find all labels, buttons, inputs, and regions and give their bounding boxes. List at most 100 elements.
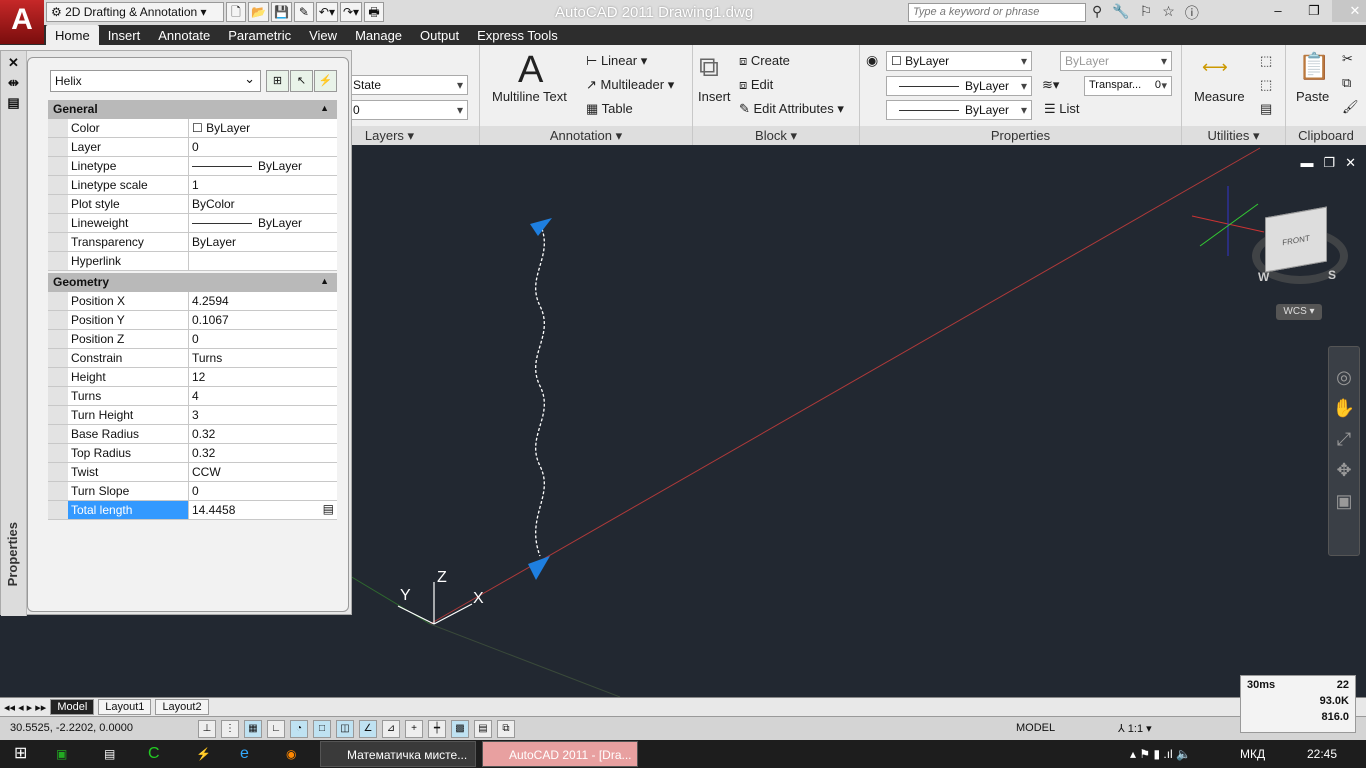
close-viewport-icon[interactable]: ✕ [1345, 155, 1356, 171]
multiline-text-icon[interactable]: A [518, 49, 543, 92]
multileader-button[interactable]: ↗ Multileader ▾ [586, 77, 674, 93]
select-all-icon[interactable]: ⬚ [1260, 77, 1272, 93]
property-value[interactable]: 3 [189, 406, 337, 424]
annotation-panel-title[interactable]: Annotation ▾ [480, 126, 692, 145]
tab-layout2[interactable]: Layout2 [155, 699, 209, 715]
snap-mode-toggle[interactable]: ⋮ [221, 720, 239, 738]
property-value[interactable]: 0 [189, 482, 337, 500]
layer-properties-icon[interactable]: ≋▾ [1042, 77, 1059, 93]
tab-nav-arrows[interactable]: ◂◂ ◂ ▸ ▸▸ [4, 701, 46, 714]
open-icon[interactable]: 📂 [248, 2, 269, 22]
transparency-toggle[interactable]: ▩ [451, 720, 469, 738]
section-general[interactable]: General [48, 100, 337, 119]
measure-button[interactable]: Measure [1194, 89, 1245, 104]
property-value[interactable]: ByLayer [189, 233, 337, 251]
property-value[interactable]: 1 [189, 176, 337, 194]
close-icon[interactable]: ✕ [1332, 0, 1366, 22]
calculator-taskbar-icon[interactable]: ▤ [104, 740, 115, 768]
ccleaner-icon[interactable]: C [148, 740, 160, 768]
property-value[interactable]: 4 [189, 387, 337, 405]
undo-icon[interactable]: ↶▾ [315, 2, 338, 22]
property-row[interactable]: Linetype scale 1 [48, 176, 337, 195]
coordinates-readout[interactable]: 30.5525, -2.2202, 0.0000 [10, 722, 133, 734]
winamp-icon[interactable]: ⚡ [196, 740, 211, 768]
match-properties-icon[interactable]: 🖌 [1342, 99, 1359, 115]
infer-constraints-toggle[interactable]: ⊥ [198, 720, 216, 738]
close-icon[interactable]: ✕ [1, 55, 26, 71]
property-value[interactable] [189, 252, 337, 270]
property-value[interactable]: ☐ ByLayer [189, 119, 337, 137]
section-geometry[interactable]: Geometry [48, 273, 337, 292]
property-row[interactable]: Position Z0 [48, 330, 337, 349]
tab-model[interactable]: Model [50, 699, 95, 715]
property-row[interactable]: Plot style ByColor [48, 195, 337, 214]
save-as-icon[interactable]: ✎ [293, 2, 314, 22]
edit-block-button[interactable]: ⧈ Edit [739, 77, 773, 93]
property-row[interactable]: Linetype ByLayer [48, 157, 337, 176]
workspace-dropdown[interactable]: ⚙ 2D Drafting & Annotation ▾ [46, 2, 224, 22]
dynamic-input-toggle[interactable]: + [405, 720, 423, 738]
property-value[interactable]: 0 [189, 138, 337, 156]
wrench-icon[interactable]: 🔧 [1112, 3, 1129, 23]
calculator-icon[interactable]: ▤ [1260, 101, 1272, 117]
tab-view[interactable]: View [300, 25, 346, 45]
annotation-scale[interactable]: ⅄ 1:1 ▾ [1118, 722, 1152, 735]
property-value[interactable]: 12 [189, 368, 337, 386]
new-icon[interactable]: 🗋 [226, 2, 246, 22]
layer-dropdown[interactable]: 0 [348, 100, 468, 120]
multiline-text-button[interactable]: Multiline Text [492, 89, 567, 104]
linetype-dropdown[interactable]: ByLayer [886, 100, 1032, 120]
measure-icon[interactable]: ⟷ [1202, 57, 1228, 78]
star-icon[interactable]: ☆ [1162, 3, 1175, 23]
property-row[interactable]: Turn Height 3 [48, 406, 337, 425]
insert-block-icon[interactable]: ⧉ [699, 51, 719, 84]
property-value[interactable]: ByLayer [189, 214, 337, 232]
clipboard-panel-title[interactable]: Clipboard [1286, 126, 1366, 145]
lineweight-dropdown[interactable]: ByLayer [886, 76, 1032, 96]
restore-icon[interactable]: ❐ [1296, 0, 1332, 22]
save-icon[interactable]: 💾 [270, 2, 292, 22]
tab-express-tools[interactable]: Express Tools [468, 25, 567, 45]
property-value[interactable]: ByLayer [189, 157, 337, 175]
grid-display-toggle[interactable]: ▦ [244, 720, 262, 738]
property-value[interactable]: 0.1067 [189, 311, 337, 329]
paste-button[interactable]: Paste [1296, 89, 1329, 104]
property-row[interactable]: Hyperlink [48, 252, 337, 271]
quick-select-icon[interactable]: ⬚ [1260, 53, 1272, 69]
properties-panel-title[interactable]: Properties [860, 126, 1181, 145]
plot-icon[interactable]: 🖶 [364, 2, 385, 22]
property-value[interactable]: Turns [189, 349, 337, 367]
utilities-panel-title[interactable]: Utilities ▾ [1182, 126, 1285, 145]
property-value[interactable]: 0.32 [189, 425, 337, 443]
list-button[interactable]: ☰ List [1044, 101, 1080, 117]
clock[interactable]: 22:45 [1307, 740, 1337, 768]
block-panel-title[interactable]: Block ▾ [693, 126, 859, 145]
auto-hide-icon[interactable]: ⇹ [1, 75, 26, 91]
cut-icon[interactable]: ✂ [1342, 51, 1353, 67]
minimize-viewport-icon[interactable]: ▬ [1300, 155, 1313, 171]
tab-insert[interactable]: Insert [99, 25, 150, 45]
tab-annotate[interactable]: Annotate [149, 25, 219, 45]
quick-properties-toggle[interactable]: ▤ [474, 720, 492, 738]
select-objects-icon[interactable]: ↖ [290, 70, 313, 92]
property-row[interactable]: Top Radius 0.32 [48, 444, 337, 463]
layer-state-dropdown[interactable]: State [348, 75, 468, 95]
navigation-bar[interactable]: ◎ ✋ ⤢ ✥ ▣ [1328, 346, 1360, 556]
color-dropdown[interactable]: ☐ ByLayer [886, 51, 1032, 71]
copy-icon[interactable]: ⧉ [1342, 75, 1351, 91]
property-value[interactable]: 0.32 [189, 444, 337, 462]
property-row[interactable]: Constrain Turns [48, 349, 337, 368]
property-row[interactable]: Twist CCW [48, 463, 337, 482]
property-row[interactable]: Total length 14.4458 ▤ [48, 501, 337, 520]
minimize-icon[interactable]: – [1260, 0, 1296, 22]
property-value[interactable]: CCW [189, 463, 337, 481]
excel-icon[interactable]: ▣ [56, 740, 67, 768]
restore-viewport-icon[interactable]: ❐ [1323, 155, 1335, 171]
selection-cycling-toggle[interactable]: ⧉ [497, 720, 515, 738]
calculator-icon[interactable]: ▤ [323, 502, 334, 516]
helix-curve[interactable] [535, 223, 545, 557]
toggle-pickadd-icon[interactable]: ⊞ [266, 70, 289, 92]
ortho-mode-toggle[interactable]: ∟ [267, 720, 285, 738]
satellite-icon[interactable]: ⚐ [1140, 3, 1153, 23]
model-space-button[interactable]: MODEL [1016, 722, 1055, 734]
